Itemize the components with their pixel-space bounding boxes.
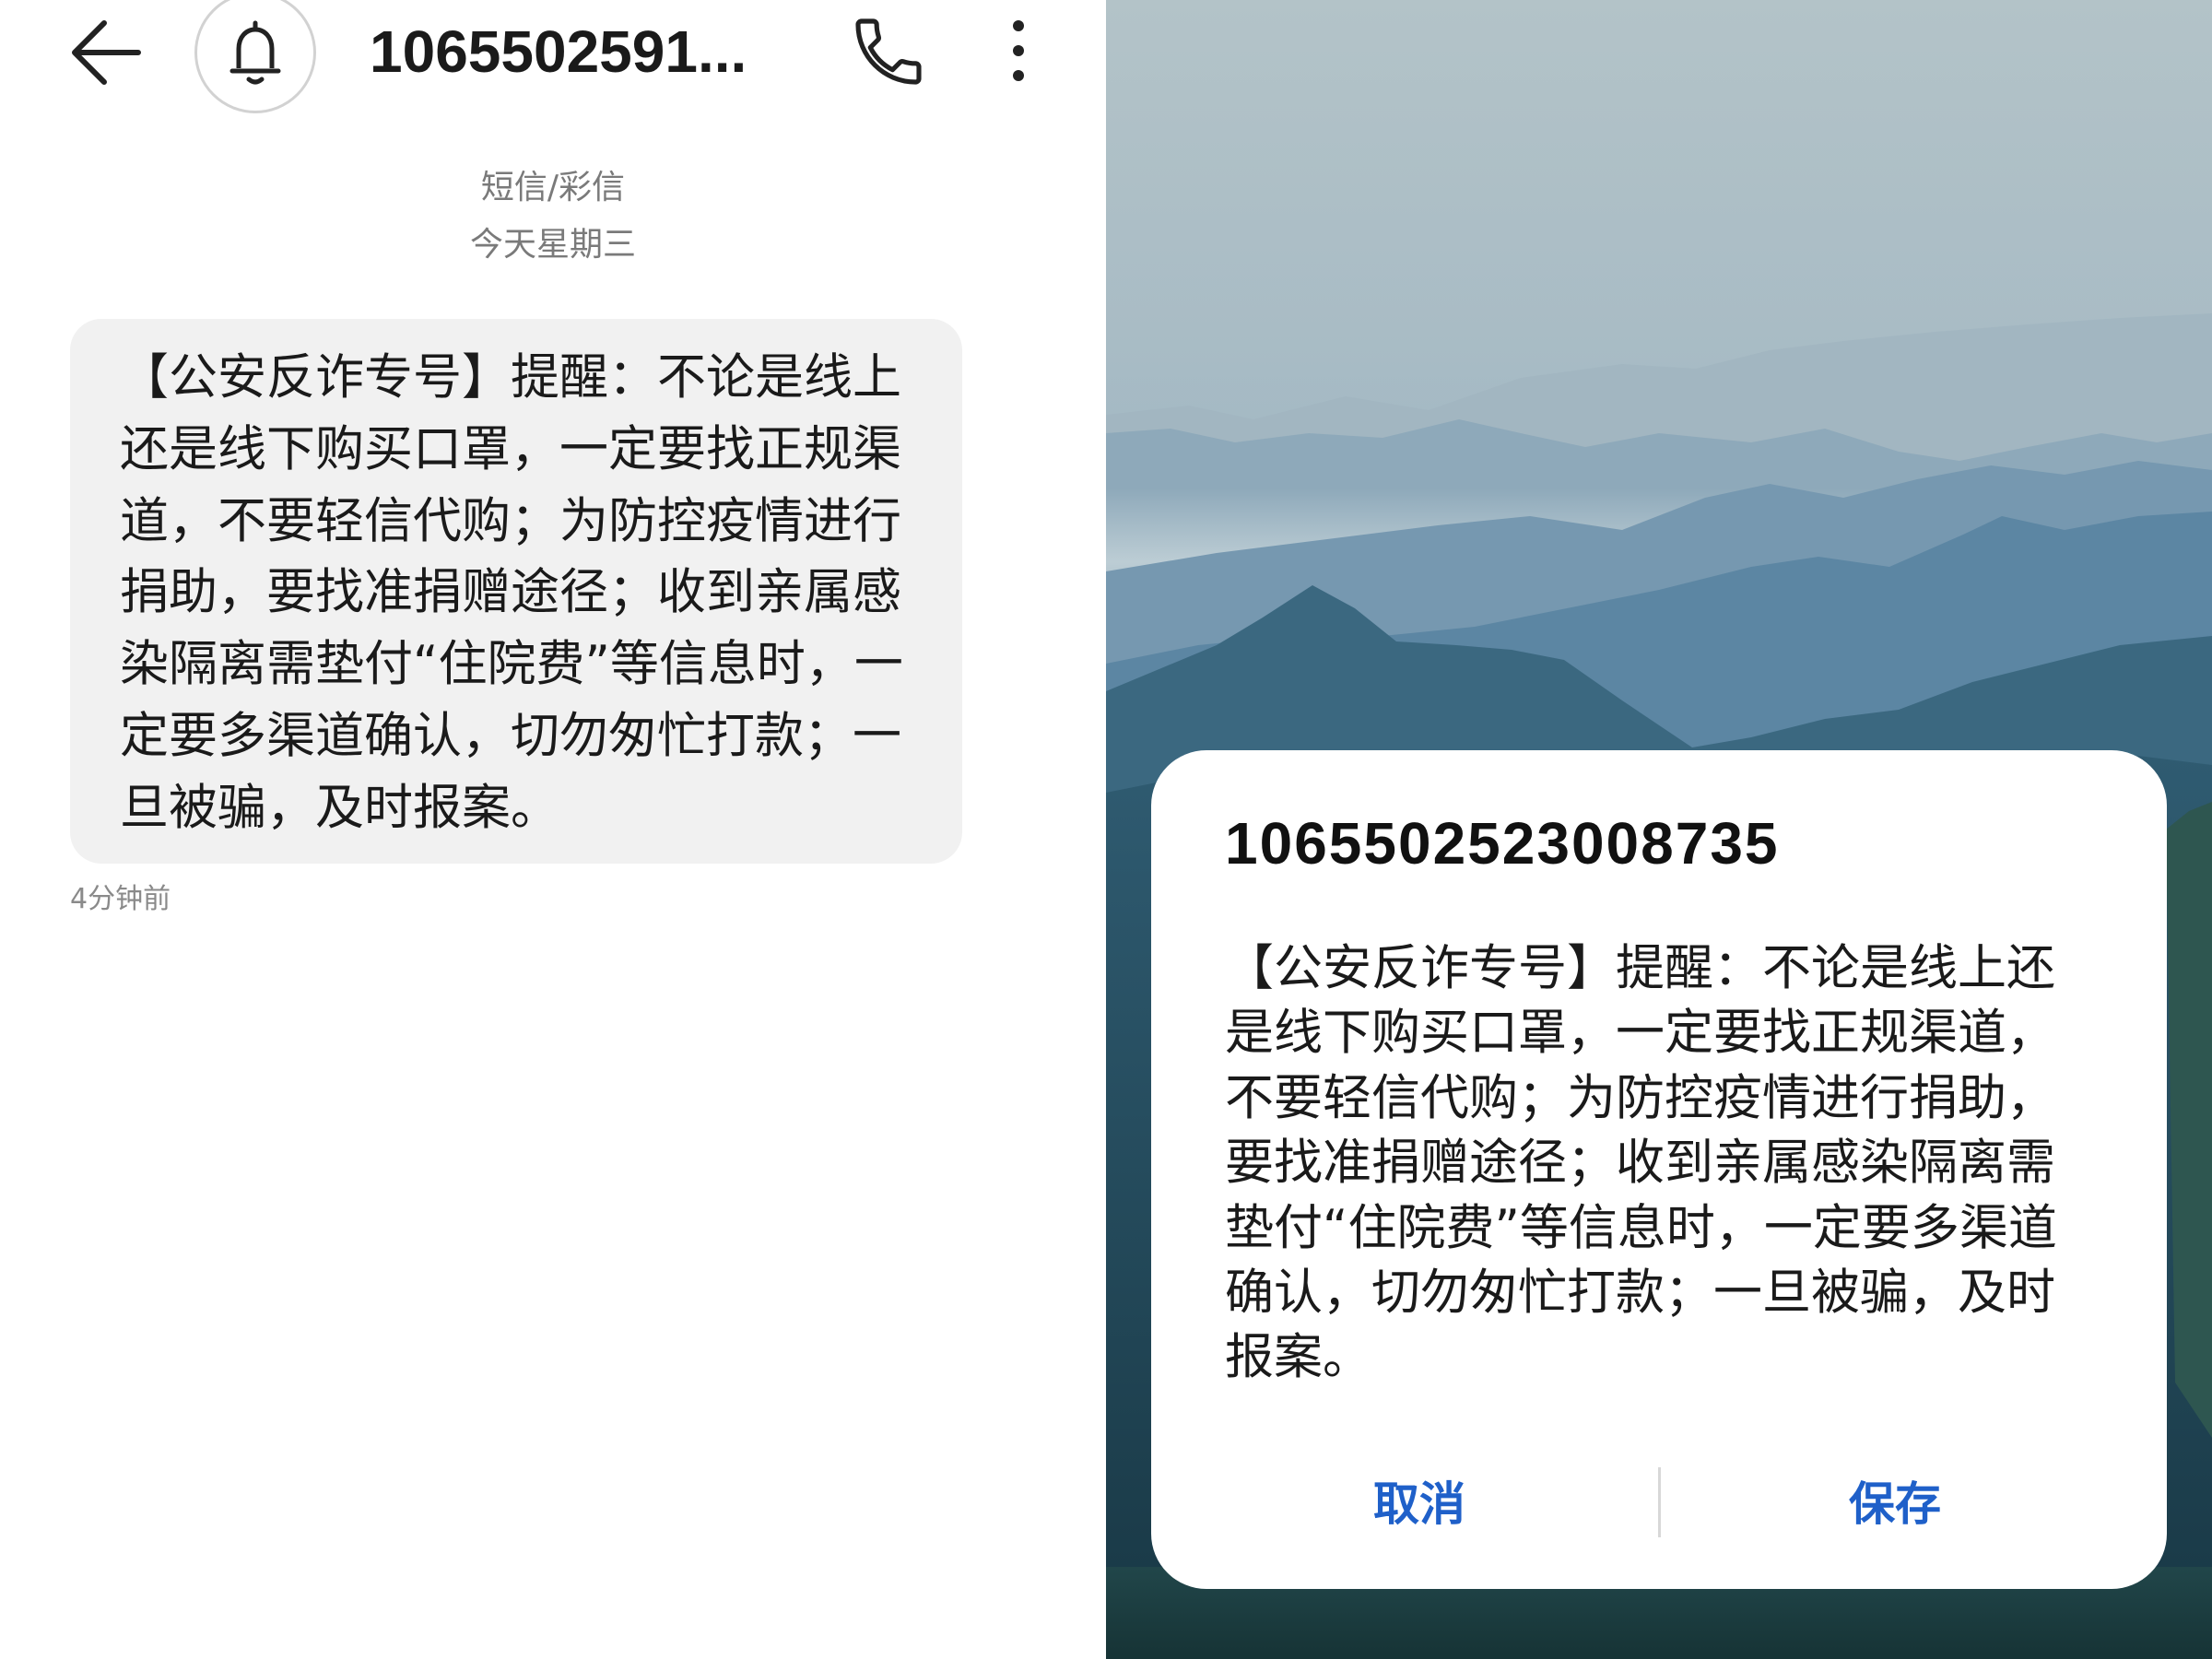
more-options-button[interactable]: [1007, 14, 1030, 88]
dialog-line: 确认，切勿匆忙打款；一旦被骗，及时: [1225, 1264, 2055, 1321]
call-button[interactable]: [848, 11, 929, 92]
dialog-line: 要找准捐赠途径；收到亲属感染隔离需: [1225, 1135, 2055, 1192]
message-line: 定要多渠道确认，切勿匆忙打款；一: [120, 707, 901, 764]
back-arrow-icon: [72, 20, 141, 85]
message-line: 道，不要轻信代购；为防控疫情进行: [120, 492, 901, 549]
conversation-title: 1065502591...: [370, 18, 747, 85]
dialog-line: 垫付“住院费”等信息时，一定要多渠道: [1225, 1199, 2057, 1256]
message-line: 【公安反诈专号】提醒：不论是线上: [120, 349, 901, 406]
sender-number: 1065502523008735: [1225, 810, 1780, 877]
bell-icon: [229, 20, 281, 85]
save-button[interactable]: 保存: [1659, 1449, 2131, 1559]
date-label: 今天星期三: [469, 226, 636, 264]
dialog-line: 不要轻信代购；为防控疫情进行捐助，: [1225, 1069, 2055, 1126]
back-button[interactable]: [65, 14, 147, 92]
contact-avatar[interactable]: [194, 0, 316, 113]
message-line: 染隔离需垫付“住院费”等信息时，一: [120, 636, 903, 693]
more-vertical-icon: [1013, 20, 1024, 81]
message-line: 旦被骗，及时报案。: [120, 779, 559, 836]
message-text: 【公安反诈专号】提醒：不论是线上 还是线下购买口罩，一定要找正规渠 道，不要轻信…: [120, 342, 903, 844]
channel-label: 短信/彩信: [480, 169, 626, 206]
cancel-button[interactable]: 取消: [1180, 1449, 1659, 1559]
message-line: 还是线下购买口罩，一定要找正规渠: [120, 420, 901, 477]
phone-icon: [855, 18, 922, 85]
dialog-line: 【公安反诈专号】提醒：不论是线上还: [1225, 940, 2055, 996]
dialog-line: 是线下购买口罩，一定要找正规渠道，: [1225, 1005, 2055, 1062]
sms-conversation-screen: 1065502591... 短信/彩信 今天星期三 【公安反诈专号】提醒：不论是…: [0, 0, 1106, 1659]
dialog-line: 报案。: [1225, 1329, 1371, 1386]
flash-sms-screen: 1065502523008735 【公安反诈专号】提醒：不论是线上还 是线下购买…: [1106, 0, 2212, 1659]
flash-message-dialog: 1065502523008735 【公安反诈专号】提醒：不论是线上还 是线下购买…: [1151, 750, 2167, 1589]
message-line: 捐助，要找准捐赠途径；收到亲属感: [120, 564, 901, 621]
dialog-message-text: 【公安反诈专号】提醒：不论是线上还 是线下购买口罩，一定要找正规渠道， 不要轻信…: [1225, 936, 2057, 1391]
message-timestamp: 4分钟前: [70, 883, 171, 915]
